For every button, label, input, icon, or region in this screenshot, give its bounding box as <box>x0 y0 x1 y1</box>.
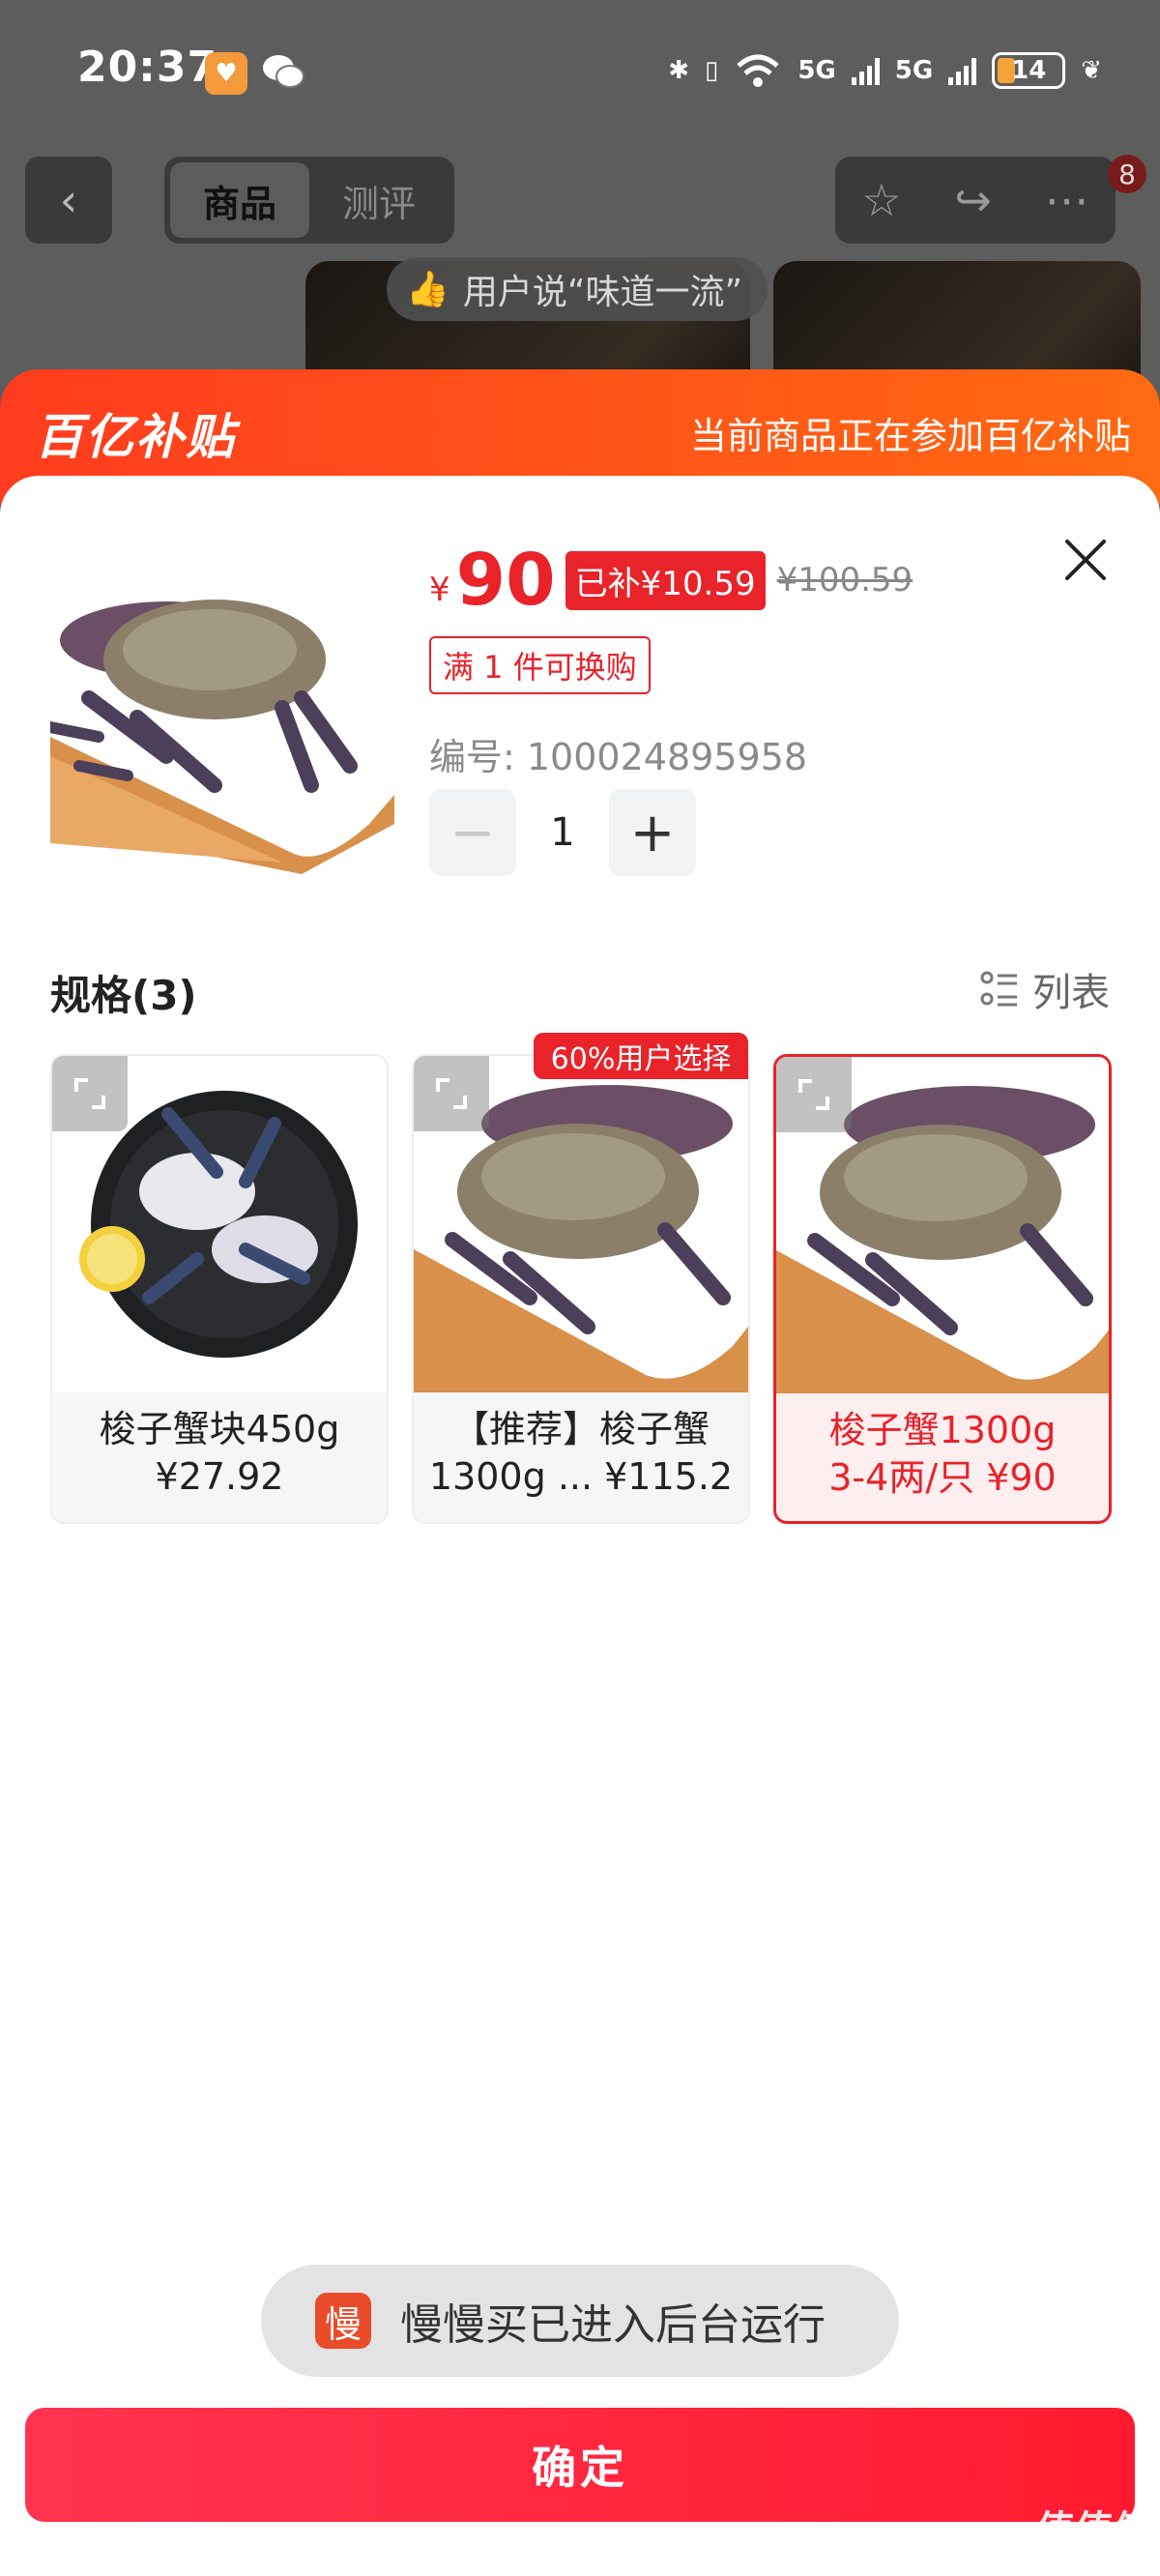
vibrate-icon: ▯ <box>705 56 719 85</box>
review-tip: 👍 用户说“味道一流” <box>387 257 768 321</box>
watermark-url: zhizhizhi.com <box>1041 2555 1147 2573</box>
current-price: 90 <box>455 539 556 622</box>
promo-tag: 满 1 件可换购 <box>429 636 651 694</box>
star-icon[interactable]: ☆ <box>861 174 901 226</box>
spec-option[interactable]: 梭子蟹块450g ¥27.92 <box>50 1054 389 1524</box>
close-icon[interactable] <box>1054 528 1117 592</box>
spec-image <box>52 1056 387 1392</box>
popular-choice-tag: 60%用户选择 <box>534 1033 748 1079</box>
spec-name: 梭子蟹1300g <box>828 1409 1057 1451</box>
spec-name: 梭子蟹块450g <box>99 1408 340 1450</box>
notification-badge: 8 <box>1108 155 1146 193</box>
subsidy-banner-text: 当前商品正在参加百亿补贴 <box>689 415 1131 457</box>
list-view-label: 列表 <box>1032 971 1110 1015</box>
spec-price: ¥27.92 <box>155 1455 284 1499</box>
app-logo-icon: 慢 <box>315 2293 371 2349</box>
spec-price: 1300g ... ¥115.2 <box>428 1455 734 1499</box>
spec-image <box>776 1057 1109 1393</box>
quantity-value[interactable]: 1 <box>516 810 609 855</box>
product-code: 编号: 100024895958 <box>429 736 808 778</box>
original-price: ¥100.59 <box>776 561 914 600</box>
network-label-1: 5G <box>798 56 836 85</box>
increase-button[interactable]: + <box>609 789 696 876</box>
currency-symbol: ¥ <box>429 571 450 609</box>
status-time: 20:37 <box>77 43 218 92</box>
confirm-button[interactable]: 确定 <box>25 2408 1135 2522</box>
spec-option[interactable]: 【推荐】梭子蟹 1300g ... ¥115.2 <box>412 1054 750 1524</box>
bluetooth-icon: ✱ <box>668 56 690 85</box>
status-bar: 20:37 ♥ ✱ ▯ 5G 5G 14 ❦ <box>0 0 1160 145</box>
review-tip-text: 用户说“味道一流” <box>462 273 743 312</box>
nav-actions: ☆ ↪ ⋯ <box>835 157 1116 244</box>
more-icon[interactable]: ⋯ <box>1045 174 1089 226</box>
spec-option-selected[interactable]: 梭子蟹1300g 3-4两/只 ¥90 <box>773 1054 1112 1524</box>
watermark: 值值值 zhizhizhi.com <box>1036 2499 1152 2573</box>
expand-icon[interactable] <box>776 1057 852 1132</box>
expand-icon[interactable] <box>414 1056 489 1131</box>
leaf-icon: ❦ <box>1081 56 1102 85</box>
battery-icon: 14 <box>992 52 1066 89</box>
tab-review[interactable]: 测评 <box>309 162 449 238</box>
expand-icon[interactable] <box>52 1056 128 1131</box>
share-icon[interactable]: ↪ <box>954 174 992 226</box>
back-button[interactable]: ‹ <box>25 157 112 244</box>
wifi-icon <box>737 54 779 87</box>
spec-image <box>414 1056 748 1392</box>
spec-title: 规格(3) <box>50 972 197 1019</box>
background-running-toast: 慢 慢慢买已进入后台运行 <box>261 2265 899 2377</box>
network-label-2: 5G <box>894 56 934 85</box>
battery-level: 14 <box>1011 56 1047 85</box>
price-row: ¥ 90 已补¥10.59 ¥100.59 <box>429 539 914 622</box>
spec-label: 梭子蟹块450g ¥27.92 <box>52 1392 387 1522</box>
quantity-stepper: − 1 + <box>429 789 696 876</box>
crab-image <box>50 534 394 876</box>
subsidy-badge: 已补¥10.59 <box>565 550 766 610</box>
product-image[interactable] <box>50 534 394 876</box>
tab-product[interactable]: 商品 <box>170 162 309 238</box>
decrease-button[interactable]: − <box>429 789 516 876</box>
list-view-toggle[interactable]: 列表 <box>978 961 1110 1017</box>
toast-text: 慢慢买已进入后台运行 <box>400 2300 826 2350</box>
spec-label: 【推荐】梭子蟹 1300g ... ¥115.2 <box>414 1392 748 1522</box>
signal-icon <box>948 56 977 85</box>
app-notification-icon: ♥ <box>205 52 247 95</box>
chevron-left-icon: ‹ <box>59 174 78 226</box>
spec-name: 【推荐】梭子蟹 <box>451 1408 710 1450</box>
spec-price: 3-4两/只 ¥90 <box>828 1456 1057 1500</box>
list-icon <box>980 971 1017 1007</box>
subsidy-logo: 百亿补贴 <box>35 409 236 465</box>
thumbs-up-icon: 👍 <box>406 270 450 309</box>
wechat-icon <box>263 55 304 88</box>
nav-tabs: 商品 测评 <box>164 157 454 244</box>
signal-icon <box>851 56 880 85</box>
watermark-logo: 值值值 <box>1036 2508 1152 2553</box>
spec-label: 梭子蟹1300g 3-4两/只 ¥90 <box>776 1393 1109 1521</box>
